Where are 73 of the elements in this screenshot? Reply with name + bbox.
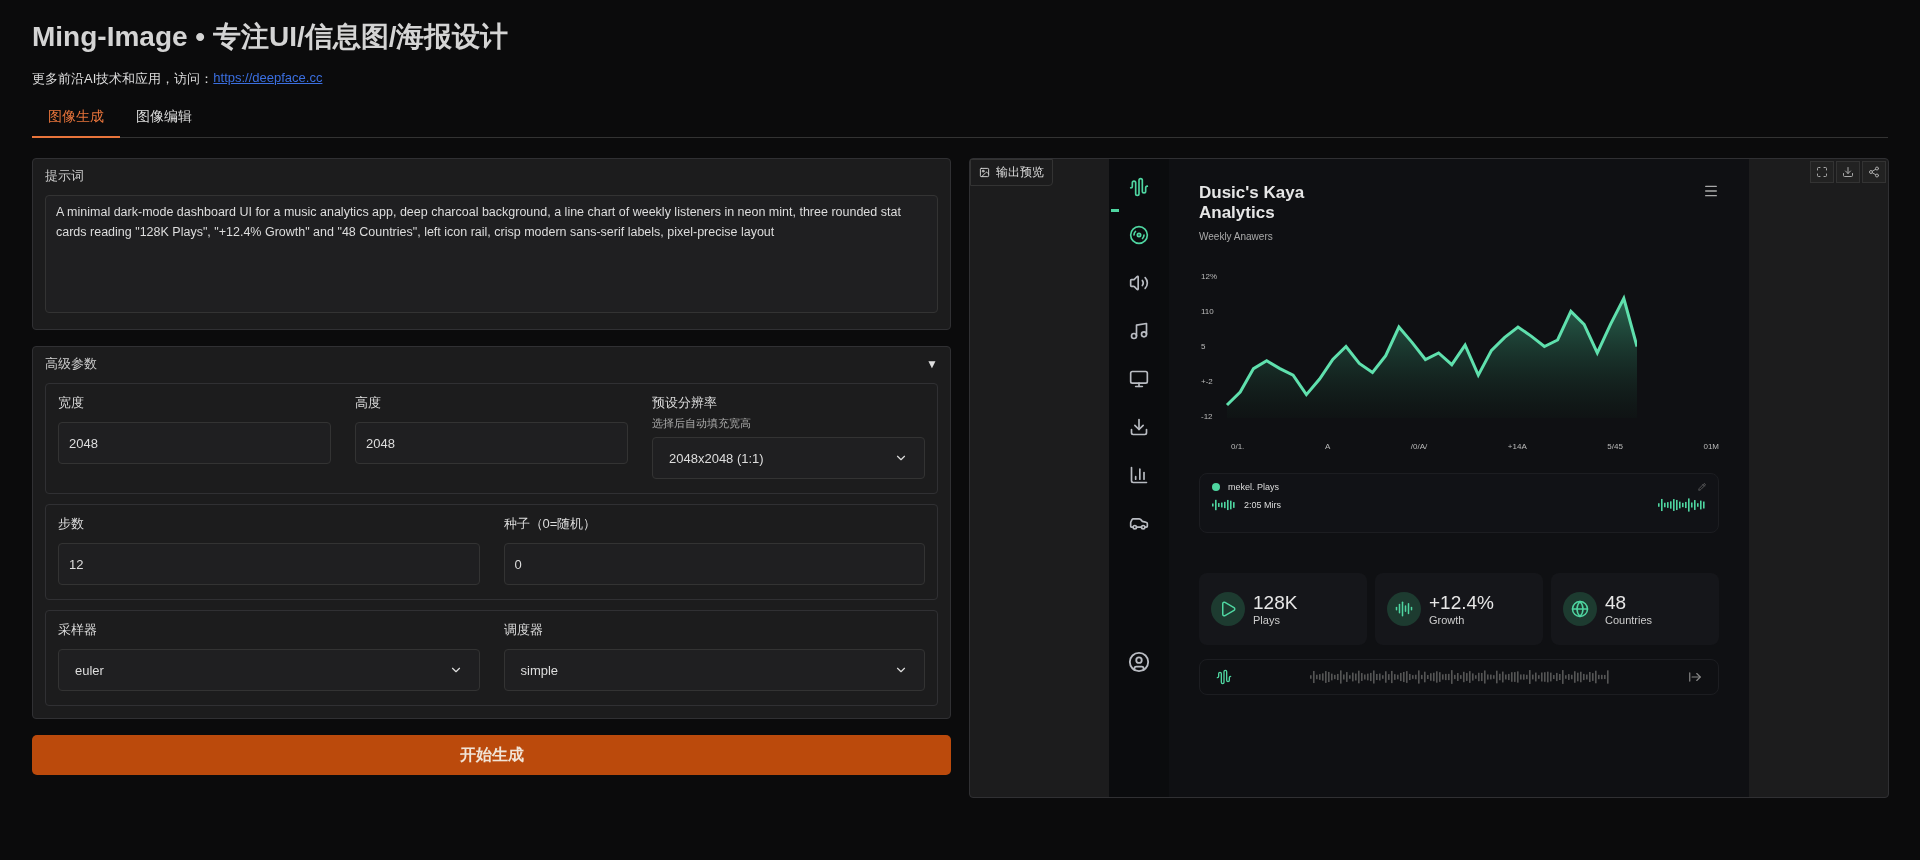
active-marker (1111, 209, 1119, 212)
waveform-icon (1658, 498, 1706, 512)
waveform-icon[interactable] (1216, 669, 1232, 685)
speaker-icon[interactable] (1129, 273, 1149, 293)
dashboard-title: Dusic's Kaya (1199, 183, 1305, 203)
stat-label: Countries (1605, 614, 1653, 626)
track-time: 2:05 Mirs (1244, 500, 1281, 510)
dropdown[interactable]: simple (503, 649, 925, 691)
image-icon (979, 167, 990, 178)
user-icon[interactable] (1128, 651, 1150, 673)
x-tick-label: 0/1. (1231, 442, 1245, 451)
disc-icon[interactable] (1129, 225, 1149, 245)
field-label: 预设分辨率 (652, 394, 718, 412)
monitor-icon[interactable] (1129, 369, 1149, 389)
prompt-field[interactable]: A minimal dark-mode dashboard UI for a music analytics app, deep charcoal background, a line chart of weekly listeners in neon mint, three rounded stat cards reading "128K Plays", "+12.4% Growth" and "48 Countries", left icon rail, crisp modern sans-serif labels, pixel-precise layout (45, 195, 938, 313)
dropdown[interactable]: 2048x2048 (1:1) (652, 437, 925, 479)
download-icon (1842, 166, 1854, 178)
dropdown[interactable]: euler (58, 649, 480, 691)
field-label: 宽度 (58, 394, 85, 412)
input-field[interactable]: 2048 (355, 422, 628, 464)
stat-value: +12.4% (1429, 592, 1494, 614)
waveform-icon (1387, 592, 1421, 626)
field-label: 采样器 (58, 621, 98, 639)
y-tick-label: 5 (1201, 342, 1206, 351)
input-field[interactable]: 12 (58, 543, 480, 585)
subtitle: 更多前沿AI技术和应用，访问： (32, 70, 214, 88)
tab[interactable]: 图像编辑 (120, 98, 208, 138)
field-label: 调度器 (503, 621, 544, 639)
field-label: 种子（0=随机） (503, 515, 598, 533)
input-field[interactable]: 2048 (58, 422, 331, 464)
music-icon[interactable] (1129, 321, 1149, 341)
x-tick-label: 01M (1703, 442, 1719, 451)
output-label-text: 输出预览 (996, 164, 1044, 181)
download-icon[interactable] (1129, 417, 1149, 437)
menu-icon[interactable] (1703, 183, 1719, 199)
tab[interactable]: 图像生成 (32, 98, 120, 138)
field-label: 高度 (355, 394, 382, 412)
status-dot (1212, 483, 1220, 491)
field-label: 步数 (58, 515, 85, 533)
play-icon (1211, 592, 1245, 626)
download-button[interactable] (1836, 161, 1860, 183)
page-title: Ming-Image • 专注UI/信息图/海报设计 (32, 20, 510, 54)
export-icon[interactable] (1688, 670, 1702, 684)
field-hint: 选择后自动填充宽高 (652, 416, 752, 431)
stat-label: Growth (1429, 614, 1466, 626)
bar-chart-icon[interactable] (1129, 465, 1149, 485)
x-tick-label: /0/A/ (1410, 442, 1428, 451)
y-tick-label: 12% (1201, 272, 1217, 281)
x-tick-label: +14A (1507, 442, 1527, 451)
stat-value: 128K (1253, 592, 1298, 614)
globe-icon (1563, 592, 1597, 626)
x-tick-label: 5/45 (1607, 442, 1623, 451)
waveform-icon (1212, 499, 1236, 511)
collapse-toggle[interactable]: ▼ (926, 357, 938, 371)
advanced-title: 高级参数 (45, 355, 97, 373)
y-tick-label: -12 (1201, 412, 1213, 421)
y-tick-label: +-2 (1201, 377, 1213, 386)
waveform-icon[interactable] (1129, 177, 1149, 197)
fullscreen-icon (1816, 166, 1828, 178)
share-button[interactable] (1862, 161, 1886, 183)
dashboard-title: Analytics (1199, 203, 1275, 223)
stat-value: 48 (1605, 592, 1628, 614)
generate-button[interactable]: 开始生成 (32, 735, 951, 775)
prompt-label: 提示词 (45, 167, 85, 185)
x-tick-label: A (1324, 442, 1331, 451)
stat-label: Plays (1253, 614, 1281, 626)
input-field[interactable]: 0 (503, 543, 925, 585)
fullscreen-button[interactable] (1810, 161, 1834, 183)
track-title: mekel. Plays (1228, 482, 1280, 492)
y-tick-label: 110 (1201, 307, 1214, 316)
website-link[interactable]: https://deepface.cc (213, 70, 323, 88)
dashboard-subtitle: Weekly Anawers (1199, 231, 1274, 242)
share-icon (1868, 166, 1880, 178)
